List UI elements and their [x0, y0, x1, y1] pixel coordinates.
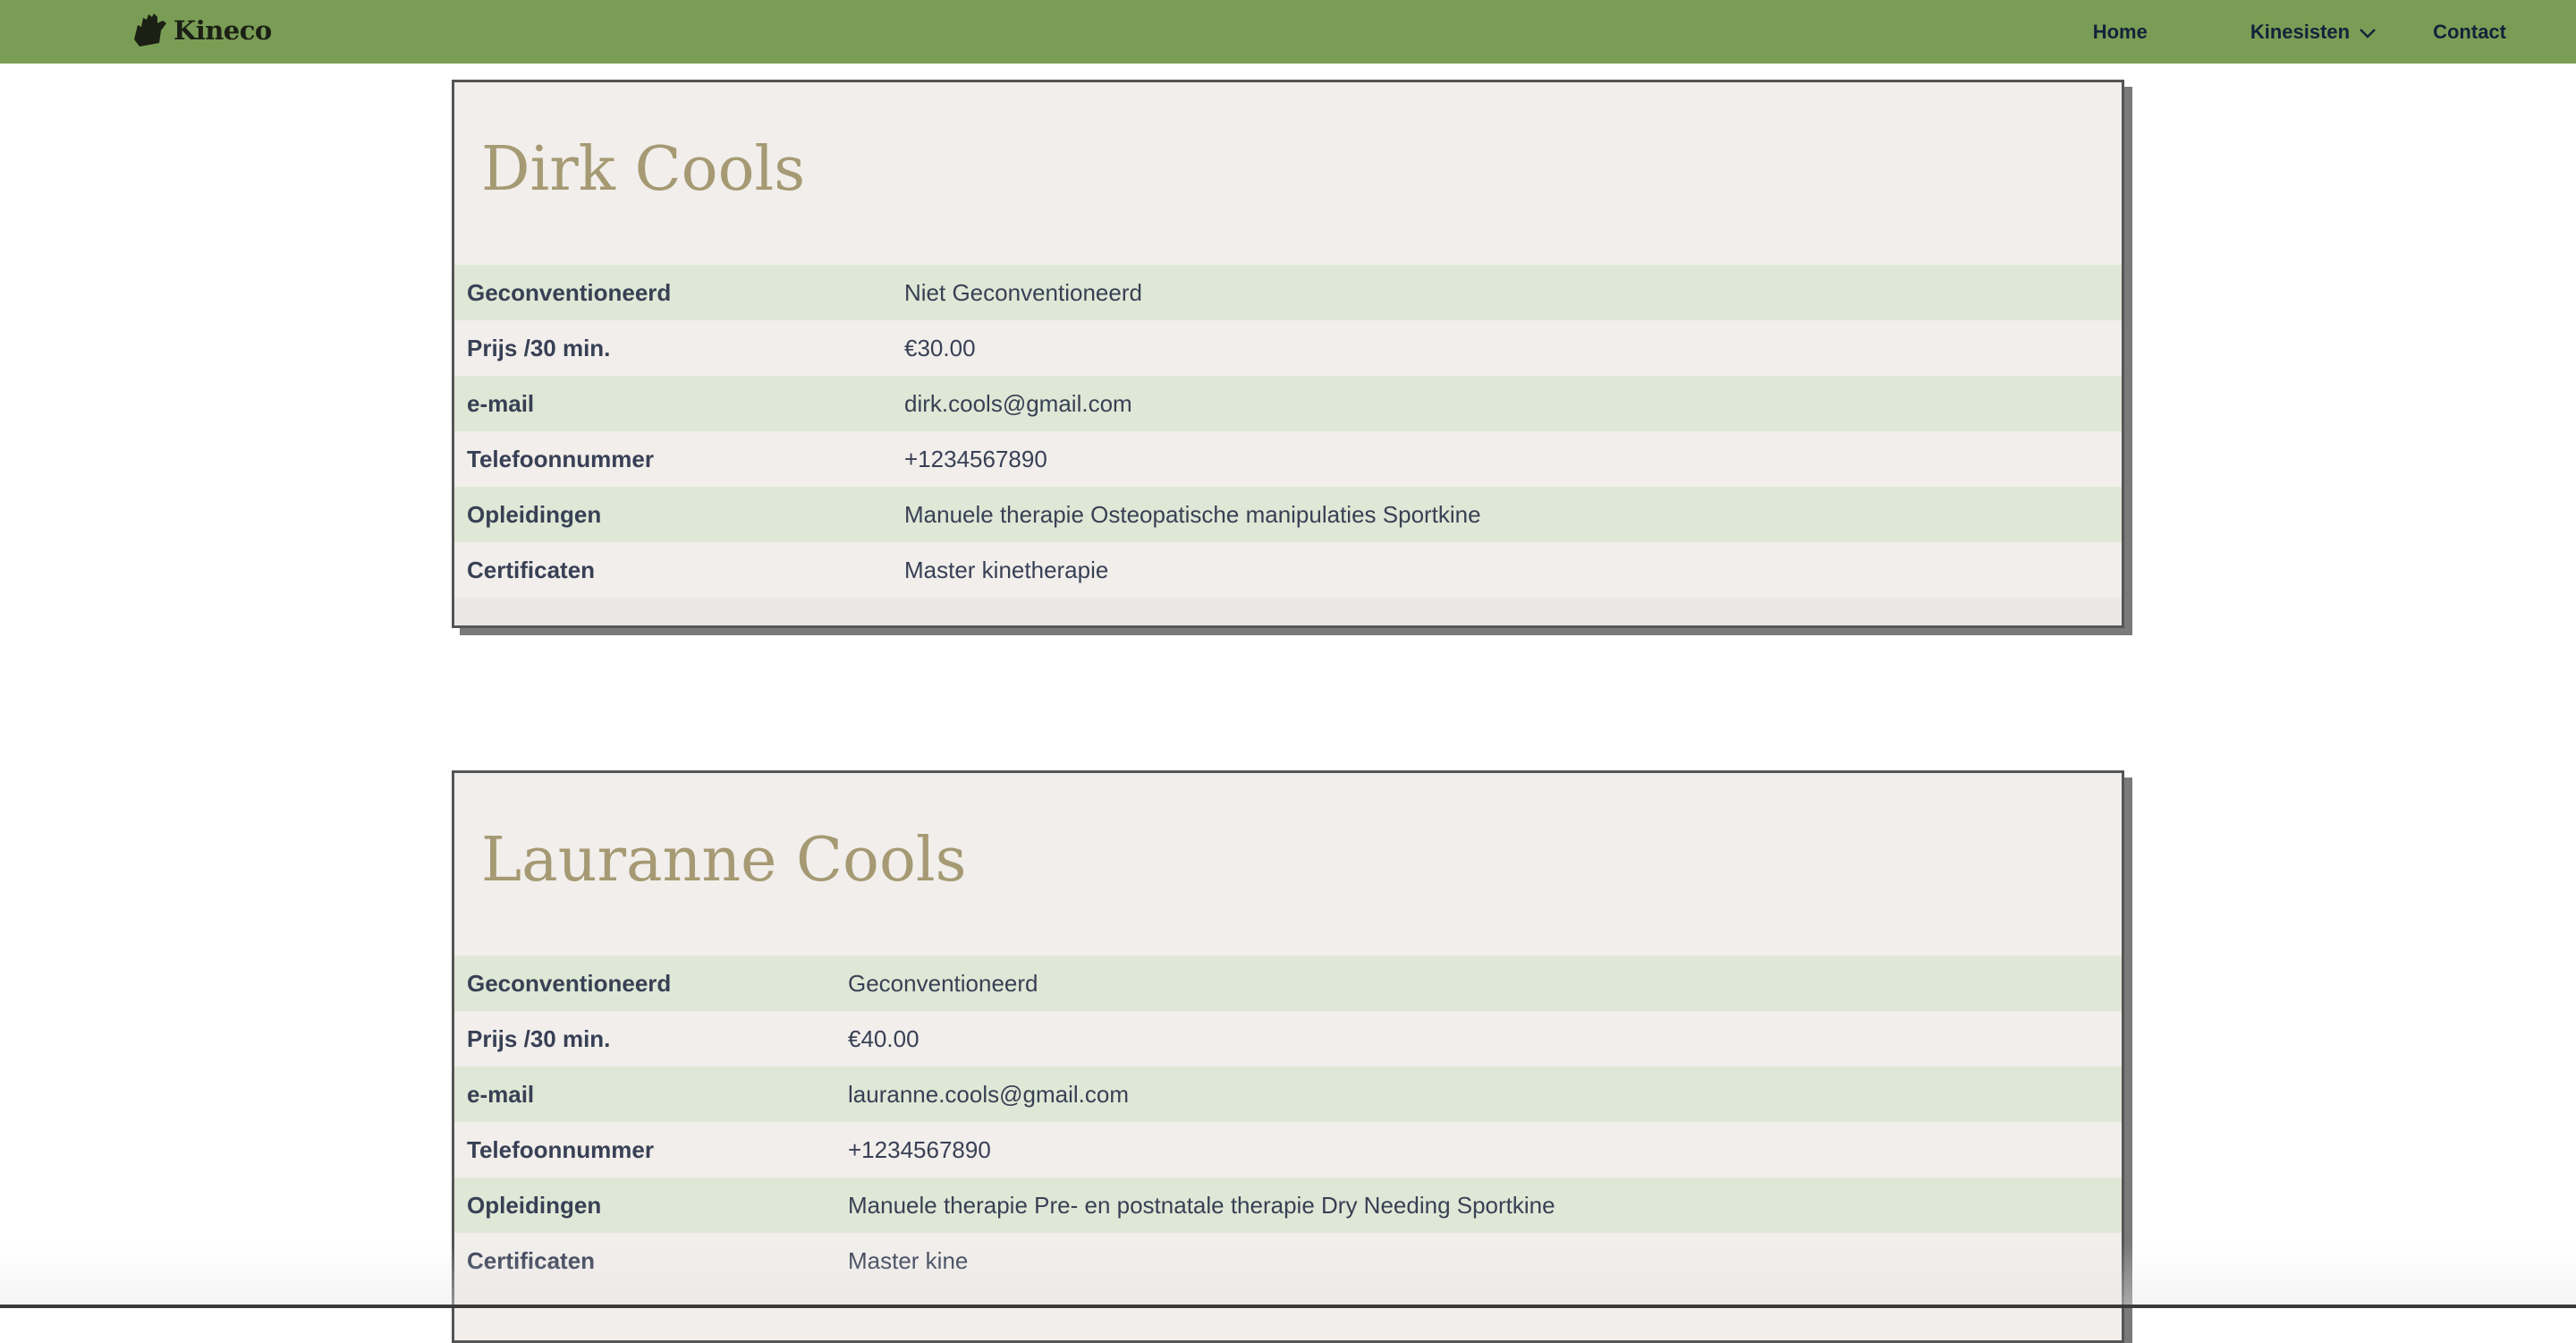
info-row-opleidingen: Opleidingen Manuele therapie Pre- en pos…	[454, 1177, 2122, 1233]
info-label: Certificaten	[467, 556, 596, 583]
info-value: dirk.cools@gmail.com	[904, 389, 1132, 417]
profile-name: Dirk Cools	[481, 134, 806, 205]
info-row-certificaten: Certificaten Master kinetherapie	[454, 542, 2122, 598]
nav-link-contact[interactable]: Contact	[2433, 21, 2506, 44]
info-label: Opleidingen	[467, 500, 602, 528]
info-row-geconventioneerd: Geconventioneerd Geconventioneerd	[454, 956, 2122, 1011]
nav-dropdown-kinesisten[interactable]: Kinesisten	[2250, 21, 2377, 44]
info-label: Telefoonnummer	[467, 1135, 654, 1163]
info-value: +1234567890	[904, 445, 1047, 472]
bottom-edge	[0, 1305, 2576, 1308]
info-label: Certificaten	[467, 1246, 596, 1274]
info-row-telefoon: Telefoonnummer +1234567890	[454, 431, 2122, 487]
nav-link-home[interactable]: Home	[2093, 21, 2148, 44]
info-value: lauranne.cools@gmail.com	[848, 1080, 1129, 1108]
info-label: Telefoonnummer	[467, 445, 654, 472]
card-footer	[454, 598, 2122, 625]
profile-info-table: Geconventioneerd Geconventioneerd Prijs …	[454, 956, 2122, 1288]
info-value: €30.00	[904, 334, 976, 361]
info-row-email: e-mail dirk.cools@gmail.com	[454, 376, 2122, 431]
info-label: Geconventioneerd	[467, 969, 672, 997]
profile-info-table: Geconventioneerd Niet Geconventioneerd P…	[454, 265, 2122, 598]
nav-links: Home Kinesisten Contact	[2093, 0, 2506, 64]
brand-logo-link[interactable]: Kineco	[132, 9, 272, 52]
info-row-geconventioneerd: Geconventioneerd Niet Geconventioneerd	[454, 265, 2122, 320]
info-value: Master kine	[848, 1246, 969, 1274]
info-value: Geconventioneerd	[848, 969, 1038, 997]
info-row-opleidingen: Opleidingen Manuele therapie Osteopatisc…	[454, 487, 2122, 542]
info-value: Master kinetherapie	[904, 556, 1109, 583]
info-row-telefoon: Telefoonnummer +1234567890	[454, 1122, 2122, 1177]
info-value: Manuele therapie Pre- en postnatale ther…	[848, 1191, 1555, 1219]
profile-card: Dirk Cools Geconventioneerd Niet Geconve…	[452, 80, 2124, 628]
info-label: Opleidingen	[467, 1191, 602, 1219]
info-label: Prijs /30 min.	[467, 334, 611, 361]
info-value: Manuele therapie Osteopatische manipulat…	[904, 500, 1481, 528]
info-row-prijs: Prijs /30 min. €30.00	[454, 320, 2122, 376]
info-row-email: e-mail lauranne.cools@gmail.com	[454, 1067, 2122, 1122]
info-label: e-mail	[467, 389, 535, 417]
profile-name: Lauranne Cools	[481, 825, 967, 896]
hands-logo-icon	[132, 13, 172, 48]
info-label: Prijs /30 min.	[467, 1024, 611, 1052]
info-label: Geconventioneerd	[467, 278, 672, 306]
info-value: +1234567890	[848, 1135, 991, 1163]
info-row-prijs: Prijs /30 min. €40.00	[454, 1011, 2122, 1067]
info-value: €40.00	[848, 1024, 919, 1052]
chevron-down-icon	[2359, 21, 2377, 44]
nav-dropdown-kinesisten-label: Kinesisten	[2250, 20, 2351, 43]
info-label: e-mail	[467, 1080, 535, 1108]
top-navbar: Kineco Home Kinesisten Contact	[0, 0, 2576, 64]
profile-card: Lauranne Cools Geconventioneerd Geconven…	[452, 770, 2124, 1343]
info-row-certificaten: Certificaten Master kine	[454, 1233, 2122, 1288]
info-value: Niet Geconventioneerd	[904, 278, 1142, 306]
brand-name: Kineco	[174, 15, 272, 46]
